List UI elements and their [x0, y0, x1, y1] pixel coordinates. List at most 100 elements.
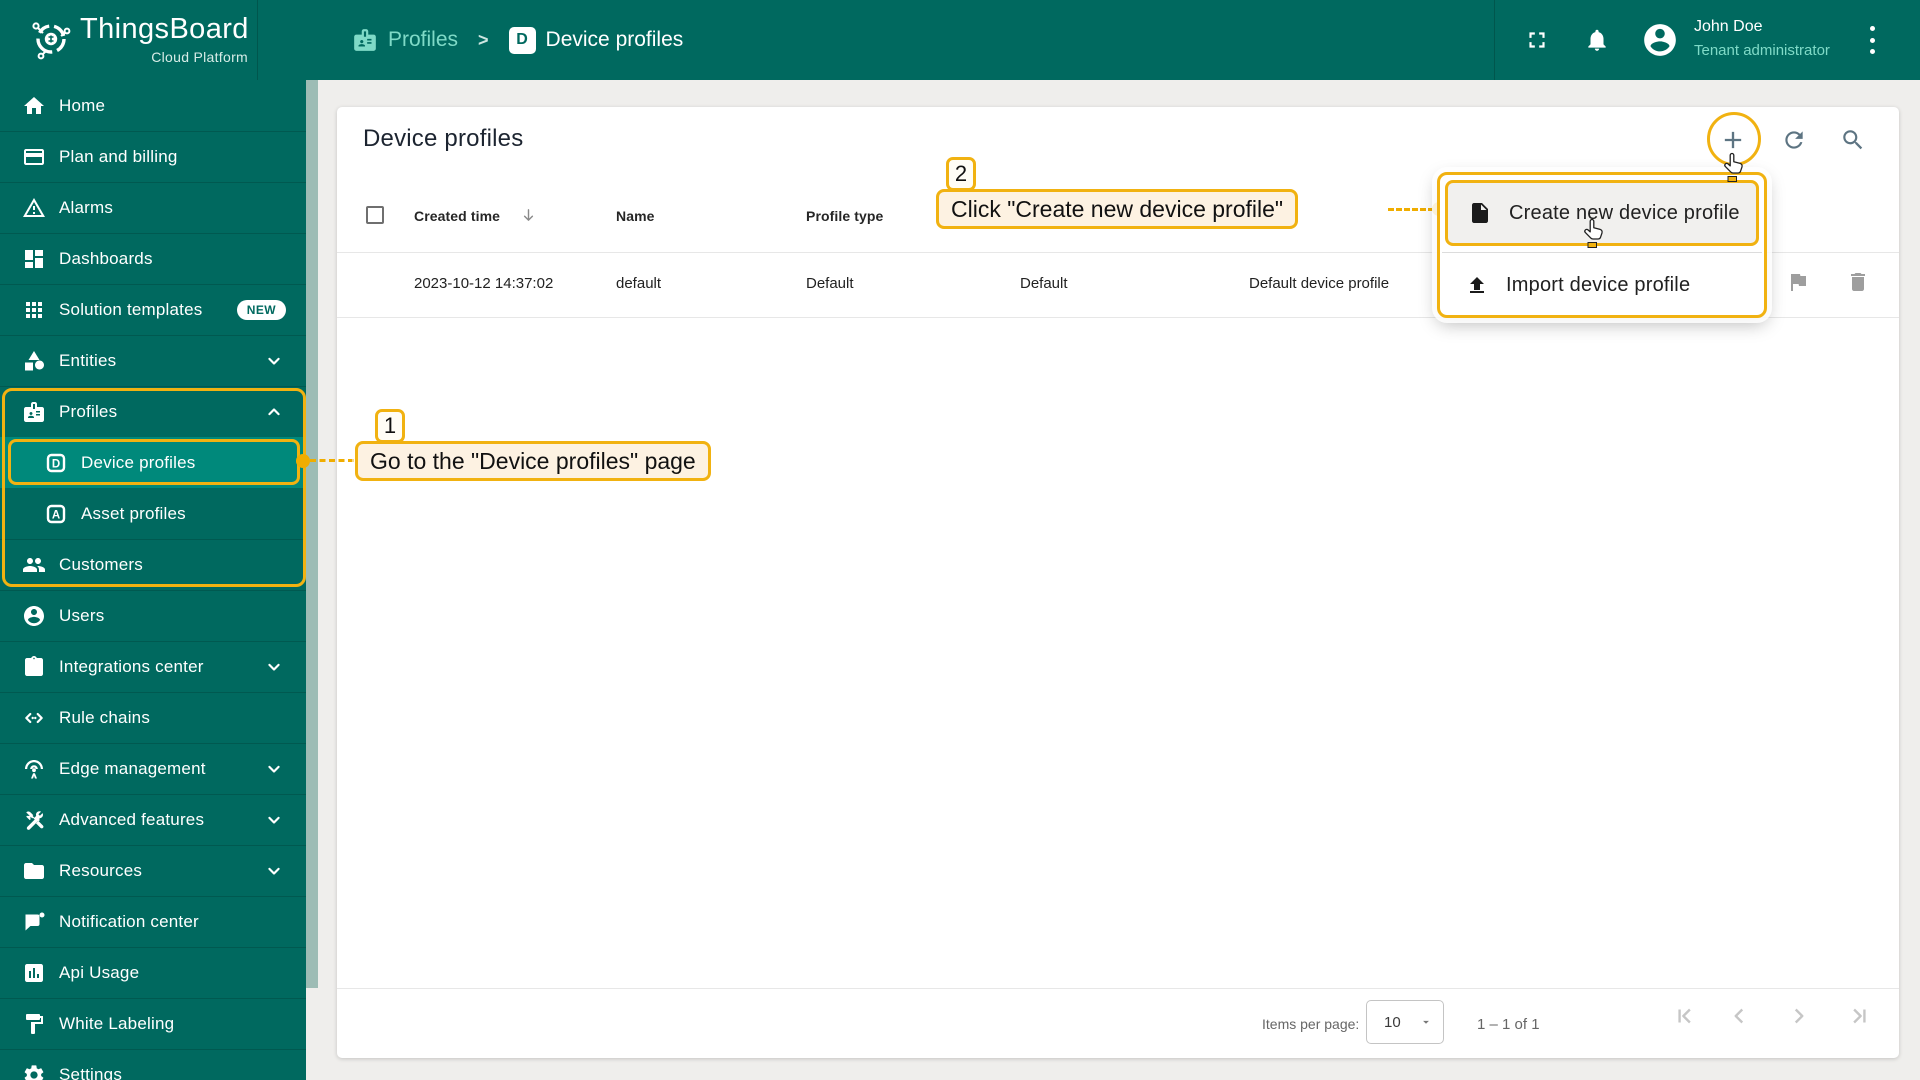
sidebar-item-label: White Labeling	[59, 1014, 175, 1033]
sidebar-item-notification-center[interactable]: Notification center	[0, 896, 306, 947]
sidebar-item-solution-templates[interactable]: Solution templates NEW	[0, 284, 306, 335]
header-divider	[1494, 0, 1495, 80]
kebab-menu-icon[interactable]	[1860, 26, 1884, 54]
sidebar-item-label: Edge management	[59, 759, 206, 778]
fullscreen-icon[interactable]	[1524, 27, 1550, 53]
chevron-down-icon	[264, 759, 284, 779]
upload-icon	[1465, 273, 1489, 297]
file-icon	[1468, 201, 1492, 225]
cell-created-time: 2023-10-12 14:37:02	[414, 275, 554, 292]
chevron-down-icon	[264, 810, 284, 830]
select-all-checkbox[interactable]	[366, 206, 384, 224]
column-header-name[interactable]: Name	[616, 208, 655, 224]
menu-item-create-new-device-profile[interactable]: Create new device profile	[1445, 180, 1759, 246]
resources-icon	[22, 859, 46, 883]
api-usage-icon	[22, 961, 46, 985]
sidebar-scrollbar-thumb[interactable]	[306, 80, 318, 988]
sidebar-item-asset-profiles[interactable]: A Asset profiles	[0, 488, 306, 539]
sidebar-item-label: Customers	[59, 555, 143, 574]
sidebar-item-entities[interactable]: Entities	[0, 335, 306, 386]
new-badge: NEW	[236, 300, 286, 320]
page-title: Device profiles	[363, 125, 524, 152]
prev-page-icon[interactable]	[1726, 1003, 1752, 1029]
add-device-profile-button[interactable]	[1719, 126, 1747, 154]
sidebar-item-api-usage[interactable]: Api Usage	[0, 947, 306, 998]
sidebar-item-label: Settings	[59, 1065, 123, 1080]
chevron-down-icon	[1419, 1015, 1433, 1029]
annotation-step-number: 1	[375, 409, 405, 443]
sidebar-item-settings[interactable]: Settings	[0, 1049, 306, 1080]
page-size-value: 10	[1384, 1013, 1401, 1031]
sidebar-item-label: Advanced features	[59, 810, 205, 829]
sidebar-item-profiles[interactable]: Profiles	[0, 386, 306, 437]
breadcrumb-profiles[interactable]: Profiles	[388, 28, 458, 52]
sidebar-item-dashboards[interactable]: Dashboards	[0, 233, 306, 284]
chevron-down-icon	[264, 657, 284, 677]
search-icon[interactable]	[1840, 127, 1866, 153]
sidebar-item-edge-management[interactable]: Edge management	[0, 743, 306, 794]
sidebar-item-users[interactable]: Users	[0, 590, 306, 641]
device-profile-icon: D	[508, 26, 536, 54]
sidebar-item-advanced-features[interactable]: Advanced features	[0, 794, 306, 845]
home-icon	[22, 94, 46, 118]
pagination-range: 1 – 1 of 1	[1477, 1016, 1540, 1033]
annotation-connector-dot	[296, 454, 310, 468]
menu-item-import-device-profile[interactable]: Import device profile	[1445, 252, 1759, 318]
breadcrumb-separator: >	[478, 29, 489, 50]
annotation-step1-callout: Go to the "Device profiles" page	[355, 441, 711, 481]
column-header-profile-type[interactable]: Profile type	[806, 208, 883, 224]
annotation-connector-line	[310, 459, 354, 462]
sidebar-item-plan-and-billing[interactable]: Plan and billing	[0, 131, 306, 182]
app-subtitle: Cloud Platform	[151, 49, 248, 65]
sidebar-item-label: Api Usage	[59, 963, 140, 982]
sidebar-item-label: Rule chains	[59, 708, 151, 727]
advanced-icon	[22, 808, 46, 832]
sidebar-item-label: Profiles	[59, 402, 118, 421]
cell-description: Default device profile	[1249, 275, 1390, 292]
sidebar-item-integrations-center[interactable]: Integrations center	[0, 641, 306, 692]
sidebar-item-label: Notification center	[59, 912, 199, 931]
billing-icon	[22, 145, 46, 169]
page-size-select[interactable]: 10	[1366, 1000, 1444, 1044]
integrations-icon	[22, 655, 46, 679]
thingsboard-app: ThingsBoard Cloud Platform Profiles > D …	[0, 0, 1920, 1080]
refresh-icon[interactable]	[1781, 127, 1807, 153]
entities-icon	[22, 349, 46, 373]
notification-icon	[22, 910, 46, 934]
sidebar-item-home[interactable]: Home	[0, 80, 306, 131]
sidebar-item-label: Entities	[59, 351, 117, 370]
sidebar-item-alarms[interactable]: Alarms	[0, 182, 306, 233]
notifications-bell-icon[interactable]	[1584, 27, 1610, 53]
sidebar-item-white-labeling[interactable]: White Labeling	[0, 998, 306, 1049]
annotation-step-number: 2	[946, 157, 976, 191]
users-icon	[22, 604, 46, 628]
profiles-badge-icon	[352, 27, 378, 53]
breadcrumb: Profiles > D Device profiles	[352, 0, 683, 80]
delete-icon[interactable]	[1846, 270, 1870, 294]
avatar[interactable]	[1641, 21, 1679, 59]
sidebar-item-device-profiles[interactable]: D Device profiles	[0, 437, 306, 488]
sidebar-item-label: Asset profiles	[81, 503, 186, 523]
last-page-icon[interactable]	[1846, 1003, 1872, 1029]
customers-icon	[22, 553, 46, 577]
top-header-bar: ThingsBoard Cloud Platform Profiles > D …	[0, 0, 1920, 80]
items-per-page-label: Items per page:	[1262, 1016, 1360, 1032]
next-page-icon[interactable]	[1786, 1003, 1812, 1029]
dashboards-icon	[22, 247, 46, 271]
first-page-icon[interactable]	[1672, 1003, 1698, 1029]
asset-profiles-icon: A	[44, 502, 68, 526]
column-header-created-time[interactable]: Created time	[414, 208, 500, 224]
sidebar-item-label: Plan and billing	[59, 147, 178, 166]
sidebar-item-rule-chains[interactable]: Rule chains	[0, 692, 306, 743]
sidebar-item-customers[interactable]: Customers	[0, 539, 306, 590]
sidebar-item-label: Integrations center	[59, 657, 204, 676]
sort-desc-icon[interactable]	[520, 207, 537, 224]
annotation-step2-callout: Click "Create new device profile"	[936, 189, 1299, 229]
white-labeling-icon	[22, 1012, 46, 1036]
user-role: Tenant administrator	[1694, 42, 1830, 59]
solution-templates-icon	[22, 298, 46, 322]
sidebar-item-resources[interactable]: Resources	[0, 845, 306, 896]
edge-icon	[22, 757, 46, 781]
cell-transport-type: Default	[1020, 275, 1068, 292]
make-default-flag-icon[interactable]	[1786, 270, 1810, 294]
